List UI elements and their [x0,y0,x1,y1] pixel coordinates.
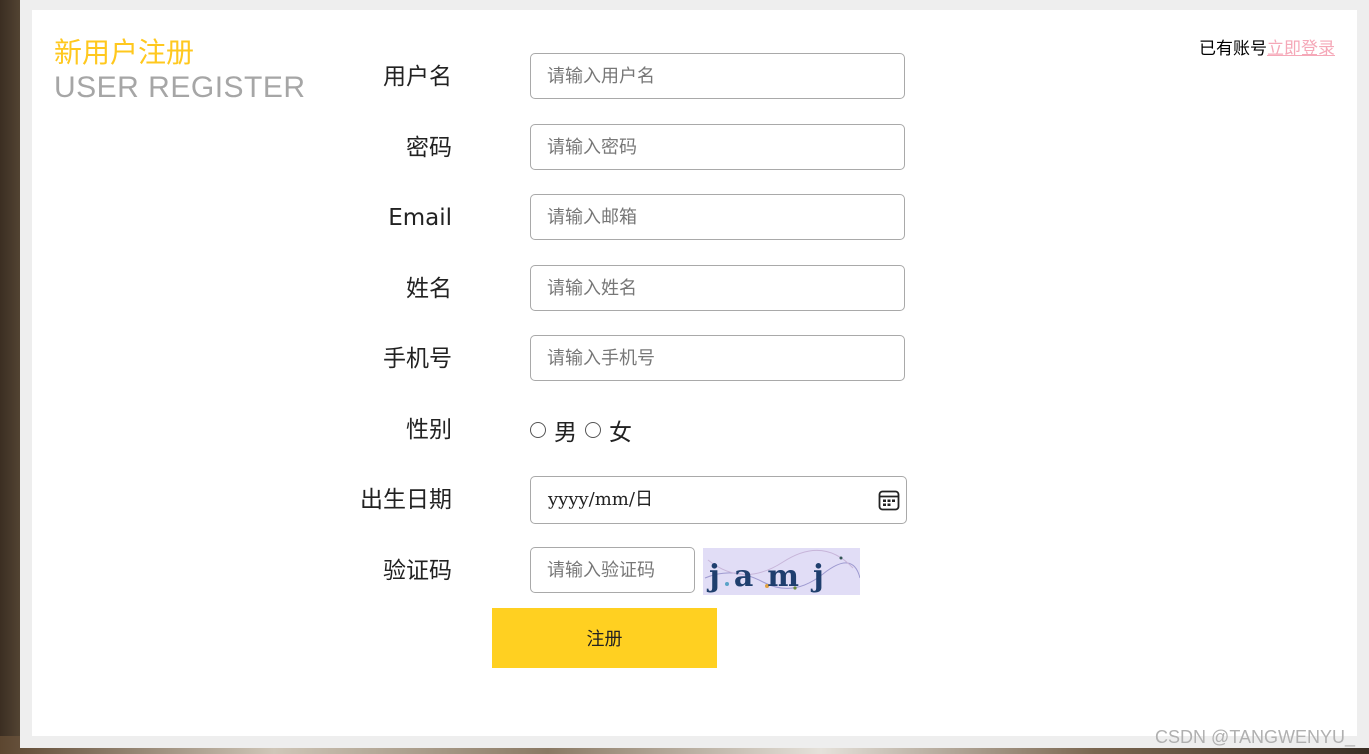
name-input[interactable] [530,265,905,311]
gender-female-label[interactable]: 女 [609,413,632,447]
gender-row: 性别 男 女 [32,406,932,454]
register-card: 新用户注册 USER REGISTER 已有账号立即登录 用户名 密码 Emai… [32,10,1357,736]
name-label: 姓名 [406,276,452,302]
birthday-label: 出生日期 [360,487,452,513]
username-input[interactable] [530,53,905,99]
birthday-row: 出生日期 yyyy/mm/日 [32,476,932,524]
calendar-icon[interactable] [878,489,900,511]
captcha-image[interactable]: jamj [703,548,860,595]
gender-female-radio[interactable] [585,422,601,438]
email-row: Email [32,194,932,242]
gender-male-radio[interactable] [530,422,546,438]
captcha-row: 验证码 jamj [32,547,932,595]
password-label: 密码 [406,135,452,161]
username-label: 用户名 [383,64,452,90]
username-row: 用户名 [32,53,932,101]
captcha-label: 验证码 [383,558,452,584]
login-prefix: 已有账号 [1199,39,1267,59]
gender-male-label[interactable]: 男 [554,413,577,447]
gender-radio-group: 男 女 [530,406,640,454]
phone-input[interactable] [530,335,905,381]
birthday-placeholder: yyyy/mm/日 [548,489,653,510]
phone-label: 手机号 [383,346,452,372]
captcha-graphic: jamj [703,548,860,595]
password-row: 密码 [32,124,932,172]
captcha-input[interactable] [530,547,695,593]
birthday-date-input[interactable]: yyyy/mm/日 [530,476,907,524]
password-input[interactable] [530,124,905,170]
captcha-text: jamj [706,559,838,594]
register-button[interactable]: 注册 [492,608,717,668]
email-label: Email [388,205,452,231]
watermark: CSDN @TANGWENYU_ [1155,727,1355,747]
login-link[interactable]: 立即登录 [1267,39,1335,59]
phone-row: 手机号 [32,335,932,383]
email-input[interactable] [530,194,905,240]
gender-label: 性别 [406,417,452,443]
name-row: 姓名 [32,265,932,313]
login-prompt: 已有账号立即登录 [1199,34,1335,59]
